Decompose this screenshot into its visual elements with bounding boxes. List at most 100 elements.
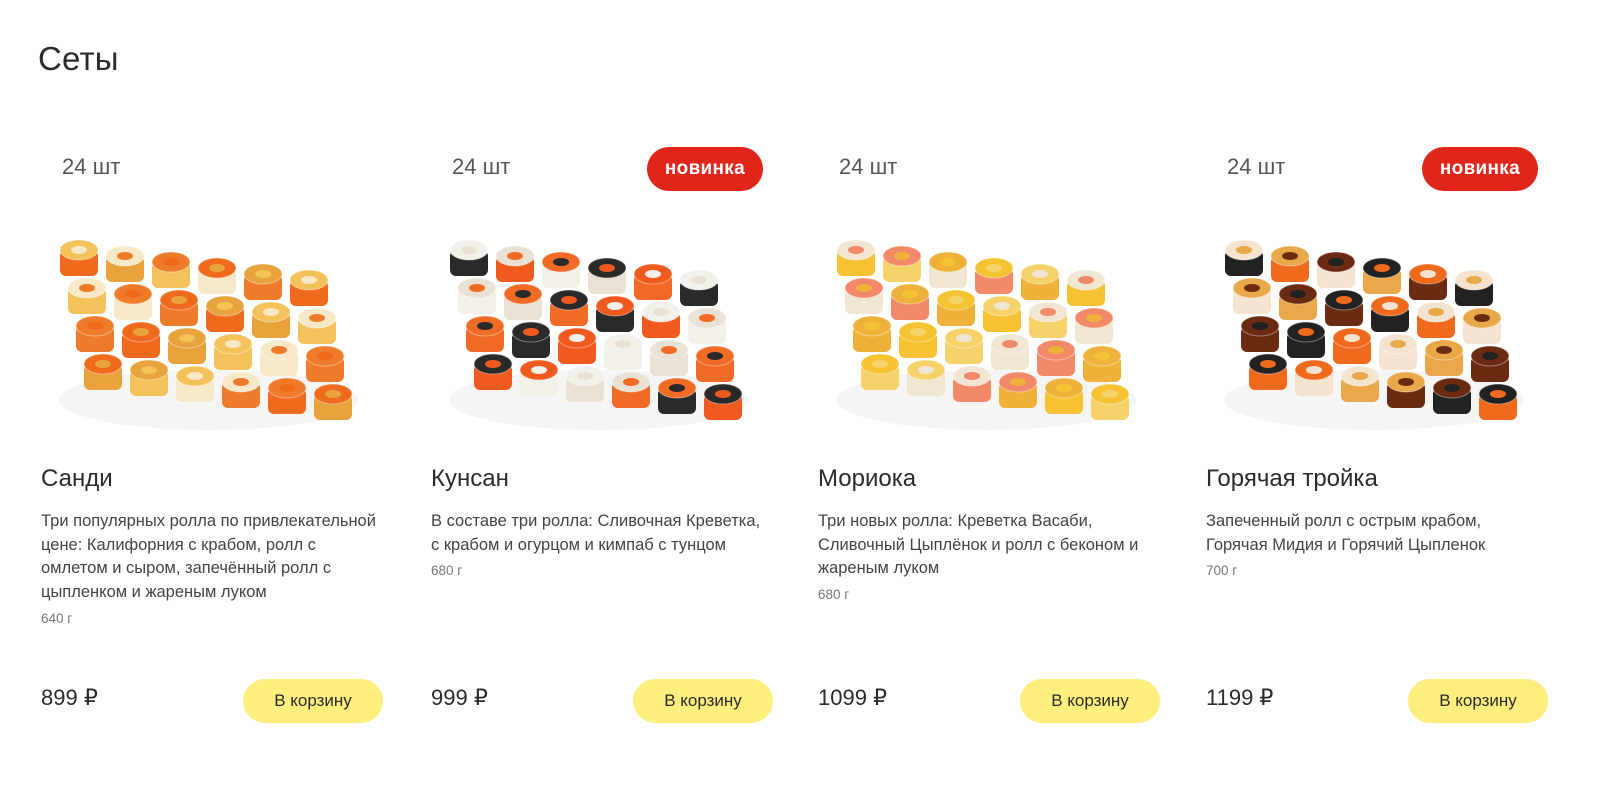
sushi-roll-piece (952, 365, 992, 402)
add-to-cart-button[interactable]: В корзину (1408, 679, 1548, 723)
sushi-roll-piece (313, 383, 353, 420)
sushi-roll-piece (541, 251, 581, 288)
sushi-roll-piece (129, 359, 169, 396)
new-badge: новинка (646, 147, 763, 191)
product-price: 899 ₽ (41, 685, 98, 710)
sushi-roll-piece (197, 257, 237, 294)
product-name[interactable]: Кунсан (431, 465, 509, 493)
sushi-roll-piece (205, 295, 245, 332)
sushi-roll-piece (213, 333, 253, 370)
product-price: 999 ₽ (431, 685, 488, 710)
sushi-roll-piece (1386, 371, 1426, 408)
sushi-roll-piece (603, 333, 643, 370)
sushi-roll-piece (998, 371, 1038, 408)
sushi-roll-piece (557, 327, 597, 364)
sushi-roll-piece (1224, 239, 1264, 276)
sushi-roll-piece (890, 283, 930, 320)
sushi-roll-piece (1432, 377, 1472, 414)
description-text: Запеченный ролл с острым крабом, Горячая… (1206, 512, 1486, 554)
sushi-roll-piece (641, 301, 681, 338)
sushi-roll-piece (1082, 345, 1122, 382)
sushi-roll-piece (1454, 269, 1494, 306)
product-card[interactable]: 24 шт Мориока Три новых ролла: Креветка … (815, 140, 1160, 740)
sushi-roll-piece (243, 263, 283, 300)
sushi-roll-piece (1362, 257, 1402, 294)
sushi-roll-piece (657, 377, 697, 414)
sushi-roll-piece (944, 327, 984, 364)
sushi-roll-piece (565, 365, 605, 402)
sushi-roll-piece (852, 315, 892, 352)
sushi-roll-piece (928, 251, 968, 288)
sushi-roll-piece (113, 283, 153, 320)
product-photo[interactable] (434, 200, 764, 455)
sushi-roll-piece (1408, 263, 1448, 300)
sushi-roll-piece (898, 321, 938, 358)
product-weight: 640 г (41, 610, 73, 626)
sushi-roll-piece (151, 251, 191, 288)
sushi-roll-piece (297, 307, 337, 344)
sushi-roll-piece (1028, 301, 1068, 338)
sushi-roll-piece (695, 345, 735, 382)
sushi-roll-piece (1340, 365, 1380, 402)
sushi-roll-piece (611, 371, 651, 408)
sushi-roll-piece (1316, 251, 1356, 288)
sushi-roll-piece (844, 277, 884, 314)
sushi-roll-piece (159, 289, 199, 326)
product-photo[interactable] (1209, 200, 1539, 455)
product-name[interactable]: Горячая тройка (1206, 465, 1378, 493)
sushi-roll-piece (457, 277, 497, 314)
sushi-roll-piece (1424, 339, 1464, 376)
sushi-roll-piece (449, 239, 489, 276)
sushi-roll-piece (1324, 289, 1364, 326)
sushi-roll-piece (1036, 339, 1076, 376)
sushi-roll-piece (473, 353, 513, 390)
sushi-roll-piece (305, 345, 345, 382)
pieces-count: 24 шт (839, 154, 898, 179)
sushi-roll-piece (1286, 321, 1326, 358)
sushi-roll-piece (1090, 383, 1130, 420)
sushi-roll-piece (259, 339, 299, 376)
product-name[interactable]: Санди (41, 465, 113, 493)
sushi-roll-piece (860, 353, 900, 390)
product-card[interactable]: 24 шт Санди Три популярных ролла по прив… (38, 140, 383, 740)
product-weight: 700 г (1206, 563, 1238, 579)
sushi-roll-piece (974, 257, 1014, 294)
product-name[interactable]: Мориока (818, 465, 916, 493)
sushi-roll-piece (503, 283, 543, 320)
sushi-roll-piece (59, 239, 99, 276)
sushi-roll-piece (1332, 327, 1372, 364)
product-price: 1099 ₽ (818, 685, 888, 710)
product-weight: 680 г (818, 587, 850, 603)
add-to-cart-button[interactable]: В корзину (1020, 679, 1160, 723)
sushi-roll-piece (221, 371, 261, 408)
product-card[interactable]: 24 шт новинка Горячая тройка Запеченный … (1203, 140, 1548, 740)
sushi-set-illustration (836, 239, 1136, 430)
product-card[interactable]: 24 шт новинка Кунсан В составе три ролла… (428, 140, 773, 740)
sushi-roll-piece (633, 263, 673, 300)
product-weight: 680 г (431, 563, 463, 579)
add-to-cart-button[interactable]: В корзину (243, 679, 383, 723)
sushi-roll-piece (167, 327, 207, 364)
sushi-roll-piece (1378, 333, 1418, 370)
sushi-roll-piece (649, 339, 689, 376)
sushi-roll-piece (1020, 263, 1060, 300)
sushi-roll-piece (251, 301, 291, 338)
product-photo[interactable] (44, 200, 374, 455)
sushi-roll-piece (990, 333, 1030, 370)
sushi-roll-piece (519, 359, 559, 396)
sushi-roll-piece (1470, 345, 1510, 382)
pieces-count: 24 шт (1227, 154, 1286, 179)
product-description: Три популярных ролла по привлекательной … (41, 510, 376, 629)
sushi-roll-piece (549, 289, 589, 326)
product-photo[interactable] (821, 200, 1151, 455)
product-description: Запеченный ролл с острым крабом, Горячая… (1206, 510, 1541, 581)
product-description: В составе три ролла: Сливочная Креветка,… (431, 510, 766, 581)
sushi-roll-piece (679, 269, 719, 306)
add-to-cart-button[interactable]: В корзину (633, 679, 773, 723)
sushi-roll-piece (1294, 359, 1334, 396)
product-description: Три новых ролла: Креветка Васаби, Сливоч… (818, 510, 1153, 605)
description-text: Три популярных ролла по привлекательной … (41, 512, 376, 602)
sushi-roll-piece (1370, 295, 1410, 332)
sushi-roll-piece (1232, 277, 1272, 314)
product-grid: 24 шт Санди Три популярных ролла по прив… (0, 0, 1597, 797)
